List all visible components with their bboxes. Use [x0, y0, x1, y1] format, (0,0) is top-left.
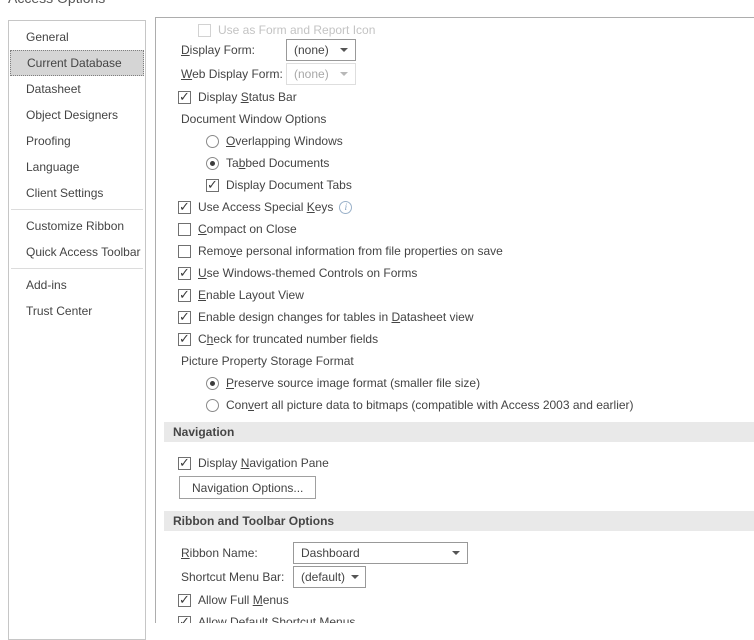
- allow-full-menus-checkbox[interactable]: [178, 592, 191, 608]
- convert-bitmaps-label[interactable]: Convert all picture data to bitmaps (com…: [226, 398, 634, 412]
- chevron-down-icon: [340, 48, 348, 52]
- navigation-section-header: Navigation: [164, 422, 754, 442]
- design-changes-checkbox[interactable]: [178, 309, 191, 325]
- display-form-row: Display Form: (none): [178, 38, 754, 62]
- allow-default-shortcut-menus-row: Allow Default Shortcut Menus: [178, 611, 754, 623]
- overlapping-windows-row: Overlapping Windows: [206, 130, 754, 152]
- compact-on-close-label[interactable]: Compact on Close: [198, 222, 297, 236]
- document-window-options-row: Document Window Options: [178, 108, 754, 130]
- truncated-fields-label[interactable]: Check for truncated number fields: [198, 332, 378, 346]
- chevron-down-icon: [340, 72, 348, 76]
- remove-personal-checkbox[interactable]: [178, 244, 191, 258]
- sidebar-item-current-database[interactable]: Current Database: [10, 50, 144, 76]
- use-as-icon-label: Use as Form and Report Icon: [218, 23, 376, 37]
- picture-format-label: Picture Property Storage Format: [181, 354, 354, 368]
- enable-layout-view-checkbox[interactable]: [178, 287, 191, 303]
- display-form-label: Display Form:: [181, 43, 256, 57]
- ribbon-name-value: Dashboard: [301, 546, 360, 560]
- compact-on-close-row: Compact on Close: [178, 218, 754, 240]
- sidebar-separator: [11, 268, 143, 269]
- sidebar-item-general[interactable]: General: [10, 24, 144, 50]
- dialog-title: Access Options: [8, 0, 105, 6]
- truncated-fields-row: Check for truncated number fields: [178, 328, 754, 350]
- shortcut-menu-bar-value: (default): [301, 570, 346, 584]
- display-document-tabs-label[interactable]: Display Document Tabs: [226, 178, 352, 192]
- info-icon[interactable]: i: [339, 200, 353, 214]
- special-keys-label[interactable]: Use Access Special Keys: [198, 200, 333, 214]
- web-display-form-value: (none): [294, 67, 329, 81]
- sidebar-separator: [11, 209, 143, 210]
- ribbon-name-select[interactable]: Dashboard: [293, 542, 468, 564]
- display-nav-pane-label[interactable]: Display Navigation Pane: [198, 456, 329, 470]
- ribbon-section-header: Ribbon and Toolbar Options: [164, 511, 754, 531]
- chevron-down-icon: [452, 551, 460, 555]
- display-form-select[interactable]: (none): [286, 39, 356, 61]
- allow-default-shortcut-menus-checkbox[interactable]: [178, 614, 191, 623]
- display-status-bar-row: Display Status Bar: [178, 86, 754, 108]
- allow-full-menus-label[interactable]: Allow Full Menus: [198, 593, 289, 607]
- remove-personal-label[interactable]: Remove personal information from file pr…: [198, 244, 503, 258]
- web-display-form-select: (none): [286, 63, 356, 85]
- design-changes-label[interactable]: Enable design changes for tables in Data…: [198, 310, 474, 324]
- display-nav-pane-row: Display Navigation Pane: [178, 452, 754, 474]
- design-changes-row: Enable design changes for tables in Data…: [178, 306, 754, 328]
- current-database-options-panel: Use as Form and Report Icon Display Form…: [155, 17, 754, 623]
- truncated-fields-checkbox[interactable]: [178, 331, 191, 347]
- shortcut-menu-bar-row: Shortcut Menu Bar: (default): [178, 565, 754, 589]
- ribbon-name-row: Ribbon Name: Dashboard: [178, 541, 754, 565]
- sidebar-item-client-settings[interactable]: Client Settings: [10, 180, 144, 206]
- preserve-source-label[interactable]: Preserve source image format (smaller fi…: [226, 376, 480, 390]
- tabbed-documents-radio[interactable]: [206, 156, 219, 170]
- remove-personal-row: Remove personal information from file pr…: [178, 240, 754, 262]
- preserve-source-row: Preserve source image format (smaller fi…: [206, 372, 754, 394]
- tabbed-documents-label[interactable]: Tabbed Documents: [226, 156, 329, 170]
- navigation-options-row: Navigation Options...: [178, 476, 754, 499]
- shortcut-menu-bar-label: Shortcut Menu Bar:: [181, 570, 285, 584]
- enable-layout-view-label[interactable]: Enable Layout View: [198, 288, 304, 302]
- display-status-bar-checkbox[interactable]: [178, 89, 191, 105]
- display-form-value: (none): [294, 43, 329, 57]
- display-nav-pane-checkbox[interactable]: [178, 455, 191, 471]
- windows-themed-row: Use Windows-themed Controls on Forms: [178, 262, 754, 284]
- enable-layout-view-row: Enable Layout View: [178, 284, 754, 306]
- convert-bitmaps-row: Convert all picture data to bitmaps (com…: [206, 394, 754, 416]
- allow-default-shortcut-menus-label[interactable]: Allow Default Shortcut Menus: [198, 615, 355, 623]
- shortcut-menu-bar-select[interactable]: (default): [293, 566, 366, 588]
- tabbed-documents-row: Tabbed Documents: [206, 152, 754, 174]
- display-document-tabs-checkbox[interactable]: [206, 177, 219, 193]
- picture-format-row: Picture Property Storage Format: [178, 350, 754, 372]
- sidebar-item-add-ins[interactable]: Add-ins: [10, 272, 144, 298]
- convert-bitmaps-radio[interactable]: [206, 398, 219, 412]
- web-display-form-label: Web Display Form:: [181, 67, 283, 81]
- preserve-source-radio[interactable]: [206, 376, 219, 390]
- sidebar-item-quick-access-toolbar[interactable]: Quick Access Toolbar: [10, 239, 144, 265]
- sidebar-item-object-designers[interactable]: Object Designers: [10, 102, 144, 128]
- windows-themed-label[interactable]: Use Windows-themed Controls on Forms: [198, 266, 417, 280]
- display-status-bar-label[interactable]: Display Status Bar: [198, 90, 297, 104]
- allow-full-menus-row: Allow Full Menus: [178, 589, 754, 611]
- chevron-down-icon: [351, 575, 360, 579]
- special-keys-row: Use Access Special Keys i: [178, 196, 754, 218]
- use-as-icon-row: Use as Form and Report Icon: [198, 22, 754, 38]
- compact-on-close-checkbox[interactable]: [178, 222, 191, 236]
- overlapping-windows-label[interactable]: Overlapping Windows: [226, 134, 343, 148]
- sidebar-item-datasheet[interactable]: Datasheet: [10, 76, 144, 102]
- sidebar-item-proofing[interactable]: Proofing: [10, 128, 144, 154]
- options-category-sidebar: General Current Database Datasheet Objec…: [8, 20, 146, 640]
- sidebar-item-trust-center[interactable]: Trust Center: [10, 298, 144, 324]
- navigation-options-button[interactable]: Navigation Options...: [179, 476, 317, 499]
- windows-themed-checkbox[interactable]: [178, 265, 191, 281]
- ribbon-name-label: Ribbon Name:: [181, 546, 258, 560]
- special-keys-checkbox[interactable]: [178, 199, 191, 215]
- display-document-tabs-row: Display Document Tabs: [206, 174, 754, 196]
- document-window-options-label: Document Window Options: [181, 112, 327, 126]
- use-as-icon-checkbox: [198, 24, 211, 37]
- sidebar-item-customize-ribbon[interactable]: Customize Ribbon: [10, 213, 144, 239]
- overlapping-windows-radio[interactable]: [206, 134, 219, 148]
- web-display-form-row: Web Display Form: (none): [178, 62, 754, 86]
- sidebar-item-language[interactable]: Language: [10, 154, 144, 180]
